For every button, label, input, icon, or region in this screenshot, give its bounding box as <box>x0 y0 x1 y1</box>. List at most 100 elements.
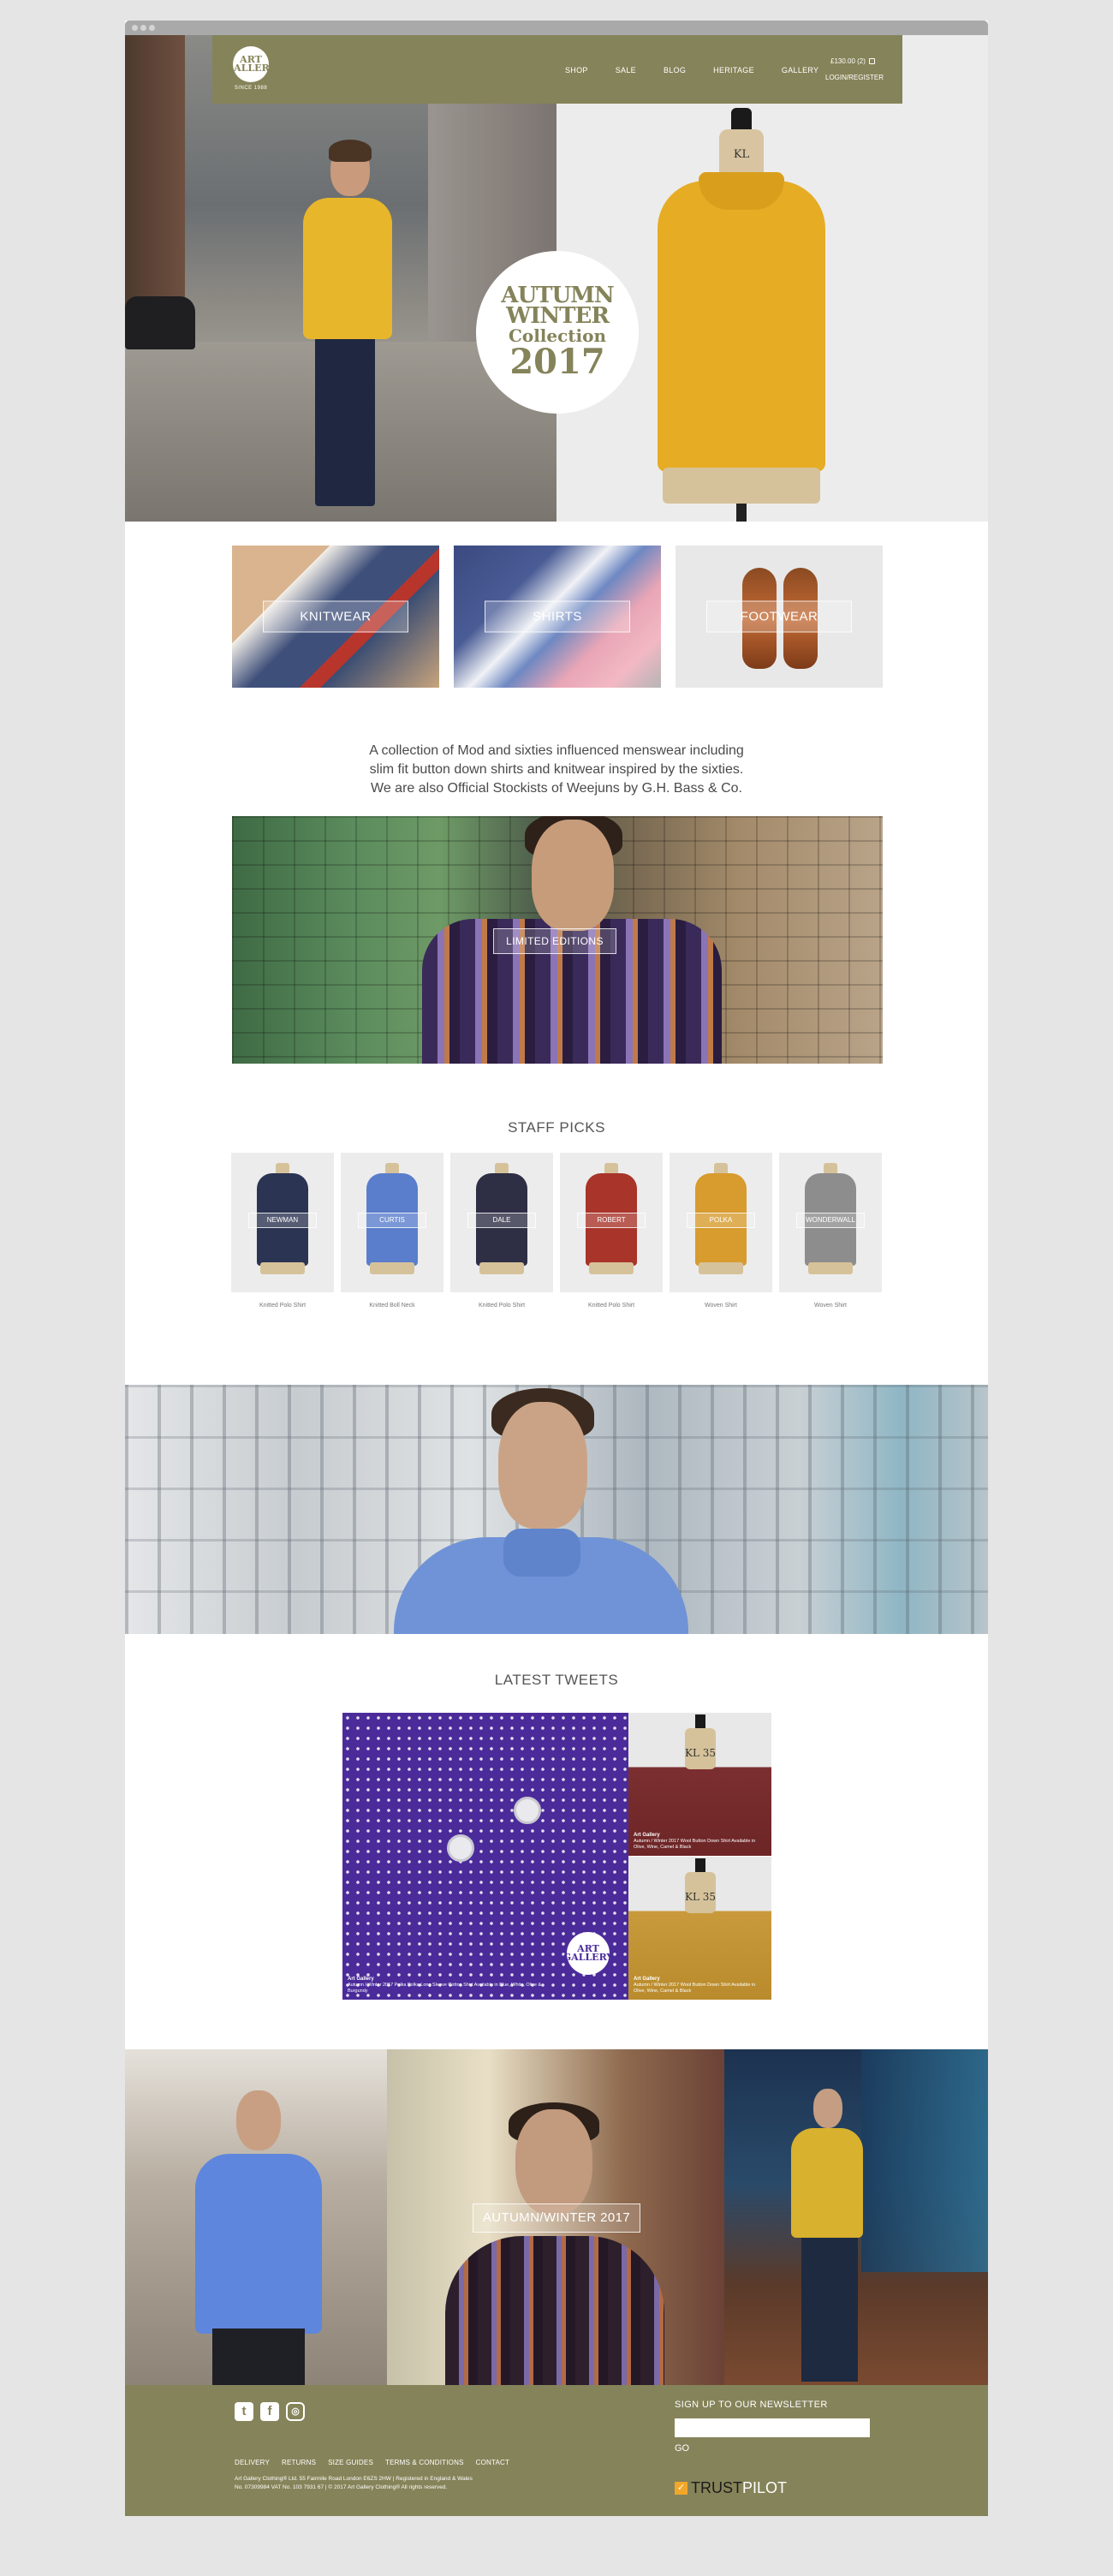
tweet-card-large[interactable]: ART GALLERY Art Gallery Autumn / Winter … <box>342 1713 628 2000</box>
tweet-body: Autumn / Winter 2017 Wool Button Down Sh… <box>634 1839 756 1850</box>
category-label: SHIRTS <box>485 600 630 633</box>
logo-since: SINCE 1988 <box>234 86 268 91</box>
tweet-text: Art Gallery Autumn / Winter 2017 Wool Bu… <box>634 1833 766 1851</box>
trustpilot-text-2: PILOT <box>742 2479 788 2496</box>
shopping-bag-icon <box>868 58 875 64</box>
pick-name: CURTIS <box>358 1213 426 1228</box>
aw-photo-3 <box>724 2049 988 2385</box>
intro-line: slim fit button down shirts and knitwear… <box>369 762 744 777</box>
footer-link-contact[interactable]: CONTACT <box>476 2459 509 2466</box>
window-dot-minimize[interactable] <box>140 25 146 31</box>
pick-name: DALE <box>467 1213 536 1228</box>
pick-name: NEWMAN <box>248 1213 317 1228</box>
footer-links: DELIVERY RETURNS SIZE GUIDES TERMS & CON… <box>235 2459 521 2466</box>
mannequin-tag: KL 35 <box>684 1891 717 1903</box>
pick-caption: Knitted Polo Shirt <box>259 1303 307 1309</box>
tweet-text: Art Gallery Autumn / Winter 2017 Wool Bu… <box>634 1977 766 1995</box>
limited-editions-banner[interactable]: LIMITED EDITIONS <box>232 816 883 1064</box>
legal-line: Art Gallery Clothing® Ltd. 55 Fairmile R… <box>235 2476 473 2482</box>
category-label: FOOTWEAR <box>706 600 852 633</box>
tweet-stamp-logo: ART GALLERY <box>563 1932 613 1975</box>
instagram-icon[interactable]: ◎ <box>286 2402 305 2421</box>
staff-pick-robert[interactable]: ROBERT Knitted Polo Shirt <box>560 1153 663 1310</box>
nav-item-gallery[interactable]: GALLERY <box>782 66 818 75</box>
pick-name: ROBERT <box>577 1213 646 1228</box>
trustpilot-star-icon: ✓ <box>675 2482 687 2495</box>
legal-text: Art Gallery Clothing® Ltd. 55 Fairmile R… <box>235 2475 526 2492</box>
intro-line: We are also Official Stockists of Weejun… <box>371 781 742 796</box>
trustpilot-text-1: TRUST <box>691 2479 742 2496</box>
mannequin-tag: KL <box>733 148 750 161</box>
nav-item-shop[interactable]: SHOP <box>565 66 588 75</box>
login-link[interactable]: LOGIN/REGISTER <box>825 74 884 81</box>
intro-line: A collection of Mod and sixties influenc… <box>369 743 744 758</box>
browser-chrome <box>125 21 988 35</box>
hero-mannequin-photo: KL <box>556 35 988 522</box>
footer-link-terms[interactable]: TERMS & CONDITIONS <box>385 2459 464 2466</box>
pick-caption: Knitted Polo Shirt <box>587 1303 635 1309</box>
category-footwear[interactable]: FOOTWEAR <box>676 546 883 688</box>
limited-editions-button[interactable]: LIMITED EDITIONS <box>493 928 616 954</box>
autumn-winter-button[interactable]: AUTUMN/WINTER 2017 <box>473 2203 640 2233</box>
newsletter-go-button[interactable]: GO <box>675 2443 689 2454</box>
car-image <box>125 296 195 349</box>
footer-link-delivery[interactable]: DELIVERY <box>235 2459 270 2466</box>
category-shirts[interactable]: SHIRTS <box>454 546 661 688</box>
legal-line: No. 07309984 VAT No. 103 7931 67 | © 201… <box>235 2484 448 2490</box>
pick-name: WONDERWALL <box>796 1213 865 1228</box>
staff-pick-newman[interactable]: NEWMAN Knitted Polo Shirt <box>231 1153 334 1310</box>
nav-item-blog[interactable]: BLOG <box>664 66 686 75</box>
trustpilot-logo[interactable]: ✓ TRUST PILOT <box>675 2479 787 2497</box>
polo-neck-banner[interactable] <box>125 1385 988 1634</box>
intro-text: A collection of Mod and sixties influenc… <box>296 742 817 798</box>
hero-banner[interactable]: KL AUTUMN WINTER Collection 2017 <box>125 35 988 522</box>
tweet-text: Art Gallery Autumn / Winter 2017 Polka P… <box>348 1977 560 1995</box>
cart-total: £130.00 (2) <box>830 57 866 65</box>
mannequin-tag: KL 35 <box>684 1747 717 1759</box>
pick-caption: Woven Shirt <box>814 1303 847 1309</box>
tweet-card-small[interactable]: KL 35 Art Gallery Autumn / Winter 2017 W… <box>628 1857 771 2000</box>
staff-picks-title: STAFF PICKS <box>508 1119 605 1136</box>
tweet-handle: Art Gallery <box>634 1977 660 1982</box>
twitter-icon[interactable]: t <box>235 2402 253 2421</box>
latest-tweets-title: LATEST TWEETS <box>494 1672 619 1688</box>
staff-pick-polka[interactable]: POLKA Woven Shirt <box>670 1153 772 1310</box>
main-menu: SHOP SALE BLOG HERITAGE GALLERY <box>565 66 846 75</box>
footer-link-size-guides[interactable]: SIZE GUIDES <box>328 2459 373 2466</box>
staff-picks-grid: NEWMAN Knitted Polo Shirt CURTIS Knitted… <box>231 1153 884 1310</box>
badge-line-4: 2017 <box>509 342 605 382</box>
tweets-grid: ART GALLERY Art Gallery Autumn / Winter … <box>342 1713 771 2000</box>
collection-badge[interactable]: AUTUMN WINTER Collection 2017 <box>476 251 639 414</box>
page-frame: KL AUTUMN WINTER Collection 2017 ART GAL… <box>125 21 988 2516</box>
category-knitwear[interactable]: KNITWEAR <box>232 546 439 688</box>
nav-item-sale[interactable]: SALE <box>616 66 636 75</box>
facebook-icon[interactable]: f <box>260 2402 279 2421</box>
hero-street-photo <box>125 35 556 522</box>
tweet-body: Autumn / Winter 2017 Polka Polka Long Sl… <box>348 1983 542 1994</box>
nav-item-heritage[interactable]: HERITAGE <box>713 66 754 75</box>
window-dot-maximize[interactable] <box>149 25 155 31</box>
newsletter-title: SIGN UP TO OUR NEWSLETTER <box>675 2400 828 2410</box>
aw-photo-1 <box>125 2049 387 2385</box>
pick-caption: Knitted Boll Neck <box>369 1303 415 1309</box>
brand-logo[interactable]: ART GALLERY <box>226 46 276 82</box>
social-links: t f ◎ <box>235 2402 305 2421</box>
pick-caption: Knitted Polo Shirt <box>478 1303 526 1309</box>
tweet-card-small[interactable]: KL 35 Art Gallery Autumn / Winter 2017 W… <box>628 1713 771 1856</box>
tweet-body: Autumn / Winter 2017 Wool Button Down Sh… <box>634 1983 756 1994</box>
header-nav: ART GALLERY SINCE 1988 SHOP SALE BLOG HE… <box>212 35 902 104</box>
pick-caption: Woven Shirt <box>705 1303 737 1309</box>
staff-pick-wonderwall[interactable]: WONDERWALL Woven Shirt <box>779 1153 882 1310</box>
badge-line-2: WINTER <box>506 303 610 329</box>
category-label: KNITWEAR <box>263 600 408 633</box>
newsletter-email-input[interactable] <box>675 2418 870 2437</box>
cart-summary[interactable]: £130.00 (2) <box>830 57 875 65</box>
footer: t f ◎ DELIVERY RETURNS SIZE GUIDES TERMS… <box>125 2385 988 2516</box>
staff-pick-curtis[interactable]: CURTIS Knitted Boll Neck <box>341 1153 443 1310</box>
footer-link-returns[interactable]: RETURNS <box>282 2459 316 2466</box>
window-dot-close[interactable] <box>132 25 138 31</box>
tweet-handle: Art Gallery <box>348 1977 374 1982</box>
logo-text: ART GALLERY <box>225 54 277 74</box>
autumn-winter-banner[interactable]: AUTUMN/WINTER 2017 <box>125 2049 988 2385</box>
staff-pick-dale[interactable]: DALE Knitted Polo Shirt <box>450 1153 553 1310</box>
